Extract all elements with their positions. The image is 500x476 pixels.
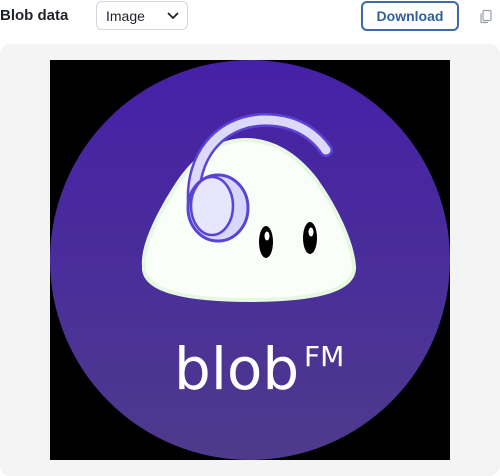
page-title: Blob data — [0, 7, 69, 24]
blob-right-eye — [303, 222, 317, 254]
toolbar: Blob data Image Download — [0, 0, 500, 34]
copy-icon[interactable] — [478, 8, 494, 24]
blob-image-preview: blob FM — [50, 60, 450, 460]
chevron-down-icon — [167, 12, 179, 19]
download-button[interactable]: Download — [361, 1, 459, 31]
view-type-select[interactable]: Image — [96, 1, 188, 30]
blob-left-eye — [259, 226, 273, 258]
view-type-select-value: Image — [106, 8, 145, 24]
logo-superscript: FM — [304, 340, 344, 373]
blobfm-logo: blob FM — [50, 60, 450, 460]
logo-wordmark: blob — [174, 335, 299, 403]
blob-preview-panel: blob FM — [0, 44, 500, 476]
